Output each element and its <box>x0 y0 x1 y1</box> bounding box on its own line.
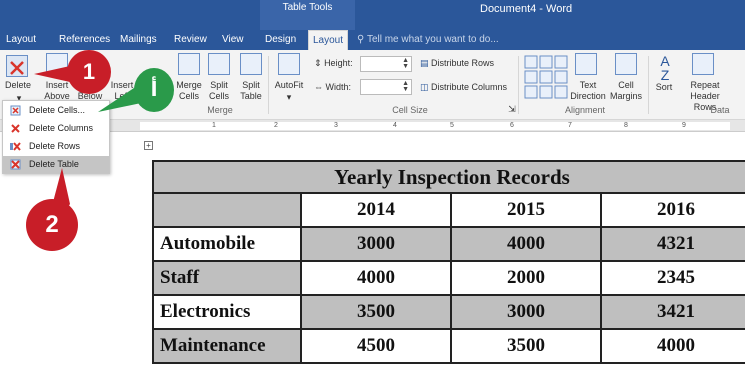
word-window: Table Tools Document4 - Word Layout Refe… <box>0 0 745 380</box>
callout-arrows <box>34 66 146 244</box>
callout-1-arrow <box>34 66 70 82</box>
callout-step-1: 1 <box>67 50 111 94</box>
callout-alef: أ <box>134 68 174 112</box>
callout-step-2: 2 <box>26 199 78 251</box>
